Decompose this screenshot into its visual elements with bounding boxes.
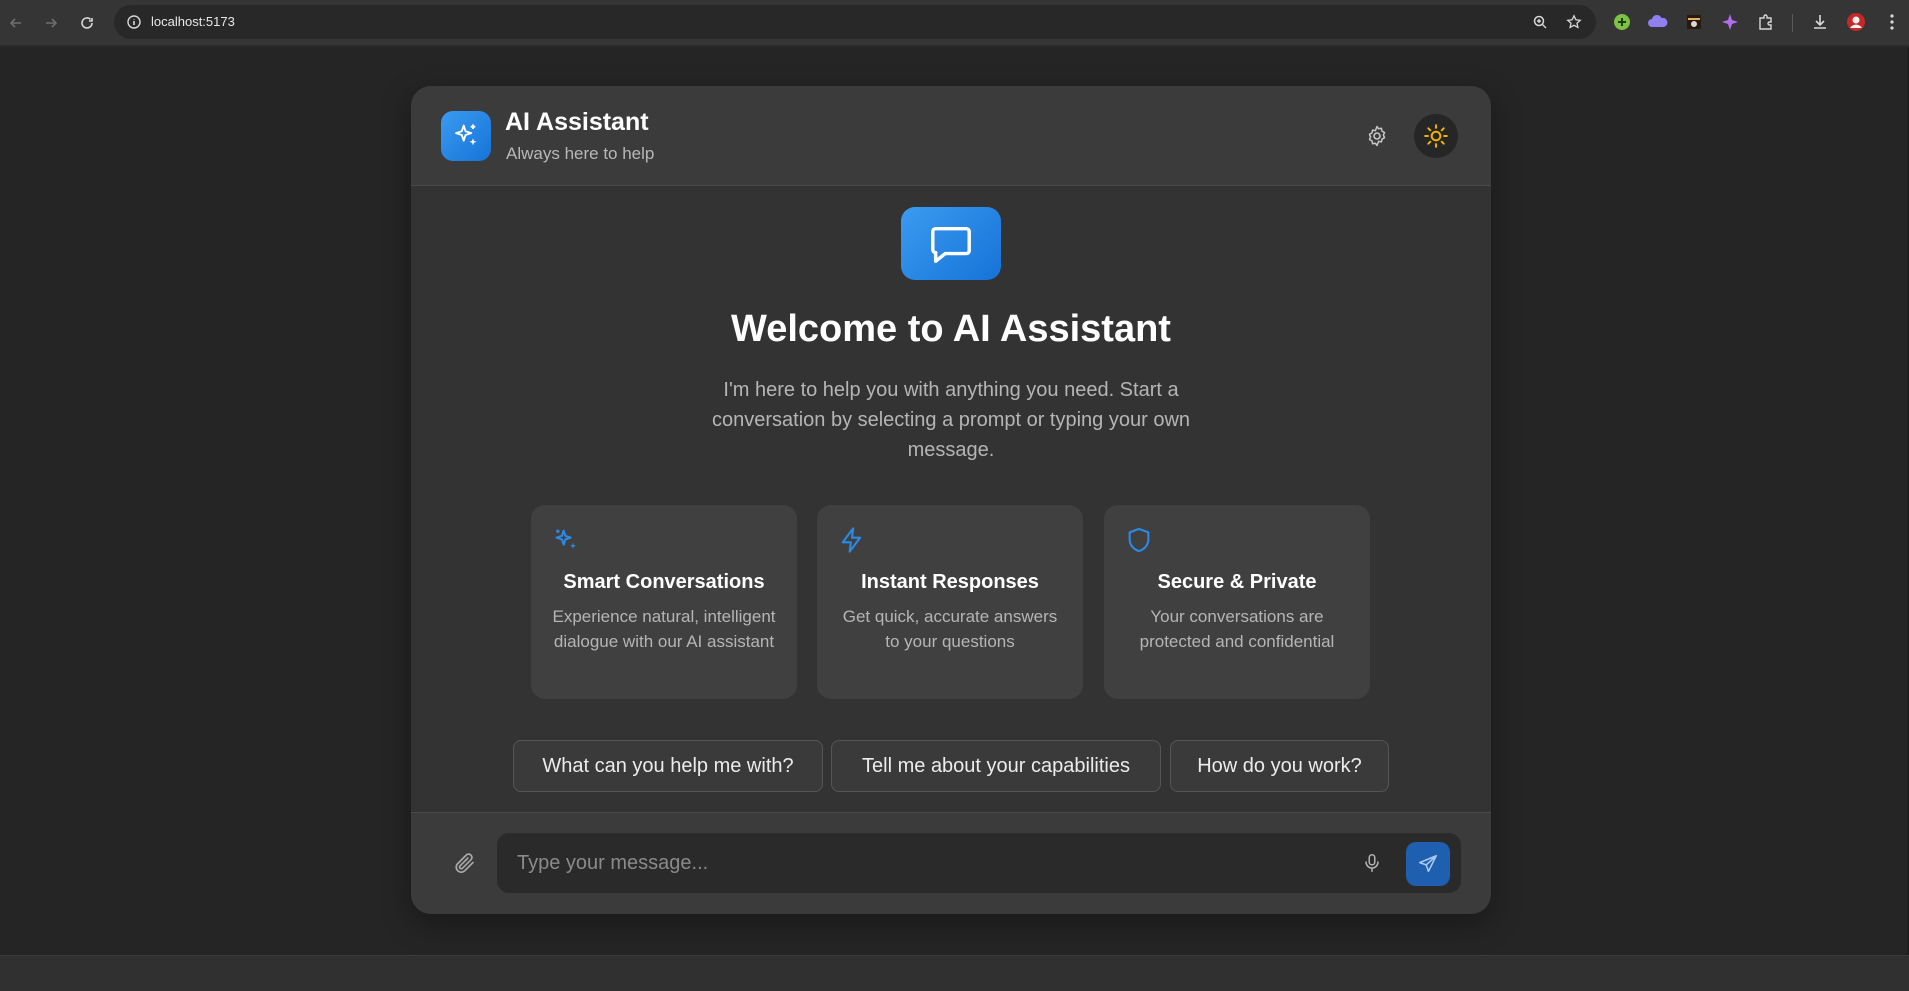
attach-button[interactable]: [447, 845, 483, 881]
extension-image-icon[interactable]: [1683, 11, 1705, 33]
chat-header: AI Assistant Always here to help: [411, 86, 1491, 186]
reload-icon[interactable]: [74, 10, 100, 36]
header-subtitle: Always here to help: [506, 144, 655, 163]
settings-button[interactable]: [1357, 116, 1397, 156]
back-icon[interactable]: [3, 10, 29, 36]
download-icon[interactable]: [1809, 11, 1831, 33]
message-input-wrapper: [497, 833, 1461, 893]
composer-bar: [411, 812, 1491, 914]
feature-description: Get quick, accurate answers to your ques…: [842, 607, 1058, 651]
extension-sparkle-icon[interactable]: [1719, 11, 1741, 33]
prompt-chip-capabilities[interactable]: Tell me about your capabilities: [831, 740, 1161, 792]
extension-cloud-icon[interactable]: [1647, 11, 1669, 33]
feature-card-secure-private: Secure & Private Your conversations are …: [1104, 505, 1370, 699]
feature-card-instant-responses: Instant Responses Get quick, accurate an…: [817, 505, 1083, 699]
paperclip-icon: [455, 853, 474, 873]
lightning-icon: [837, 525, 867, 555]
toolbar-divider: [1792, 14, 1793, 32]
assistant-logo: [441, 111, 491, 161]
header-title: AI Assistant: [505, 108, 649, 136]
welcome-intro: I'm here to help you with anything you n…: [711, 379, 1191, 461]
forward-icon[interactable]: [38, 10, 64, 36]
feature-card-smart-conversations: Smart Conversations Experience natural, …: [531, 505, 797, 699]
sparkles-icon: [455, 124, 477, 146]
site-info-icon[interactable]: [124, 12, 144, 32]
sparkles-icon: [551, 525, 581, 555]
chat-card: AI Assistant Always here to help Welcome…: [411, 86, 1491, 914]
address-bar[interactable]: localhost:5173: [114, 5, 1596, 39]
feature-title: Secure & Private: [1157, 571, 1317, 593]
microphone-icon: [1365, 853, 1379, 873]
message-input[interactable]: [517, 847, 1317, 879]
feature-title: Instant Responses: [861, 571, 1039, 593]
sun-icon: [1424, 124, 1448, 148]
extension-green-icon[interactable]: [1611, 11, 1633, 33]
feature-description: Your conversations are protected and con…: [1139, 607, 1335, 651]
shield-icon: [1124, 525, 1154, 555]
gear-icon: [1368, 125, 1386, 147]
microphone-button[interactable]: [1357, 848, 1387, 878]
send-icon: [1418, 854, 1438, 873]
bookmark-star-icon[interactable]: [1564, 12, 1584, 32]
welcome-title: Welcome to AI Assistant: [731, 308, 1171, 350]
theme-toggle-button[interactable]: [1414, 114, 1458, 158]
feature-title: Smart Conversations: [563, 571, 765, 593]
profile-avatar[interactable]: [1845, 11, 1867, 33]
feature-description: Experience natural, intelligent dialogue…: [552, 607, 776, 651]
send-button[interactable]: [1406, 842, 1450, 886]
zoom-icon[interactable]: [1530, 12, 1550, 32]
extensions-puzzle-icon[interactable]: [1755, 11, 1777, 33]
address-url[interactable]: localhost:5173: [151, 14, 235, 29]
page-footer-strip: [0, 955, 1909, 991]
prompt-chip-help[interactable]: What can you help me with?: [513, 740, 823, 792]
more-menu-icon[interactable]: [1881, 11, 1903, 33]
browser-toolbar: localhost:5173: [0, 0, 1909, 46]
prompt-chip-how-work[interactable]: How do you work?: [1170, 740, 1389, 792]
chat-bubble-icon: [901, 207, 1001, 280]
